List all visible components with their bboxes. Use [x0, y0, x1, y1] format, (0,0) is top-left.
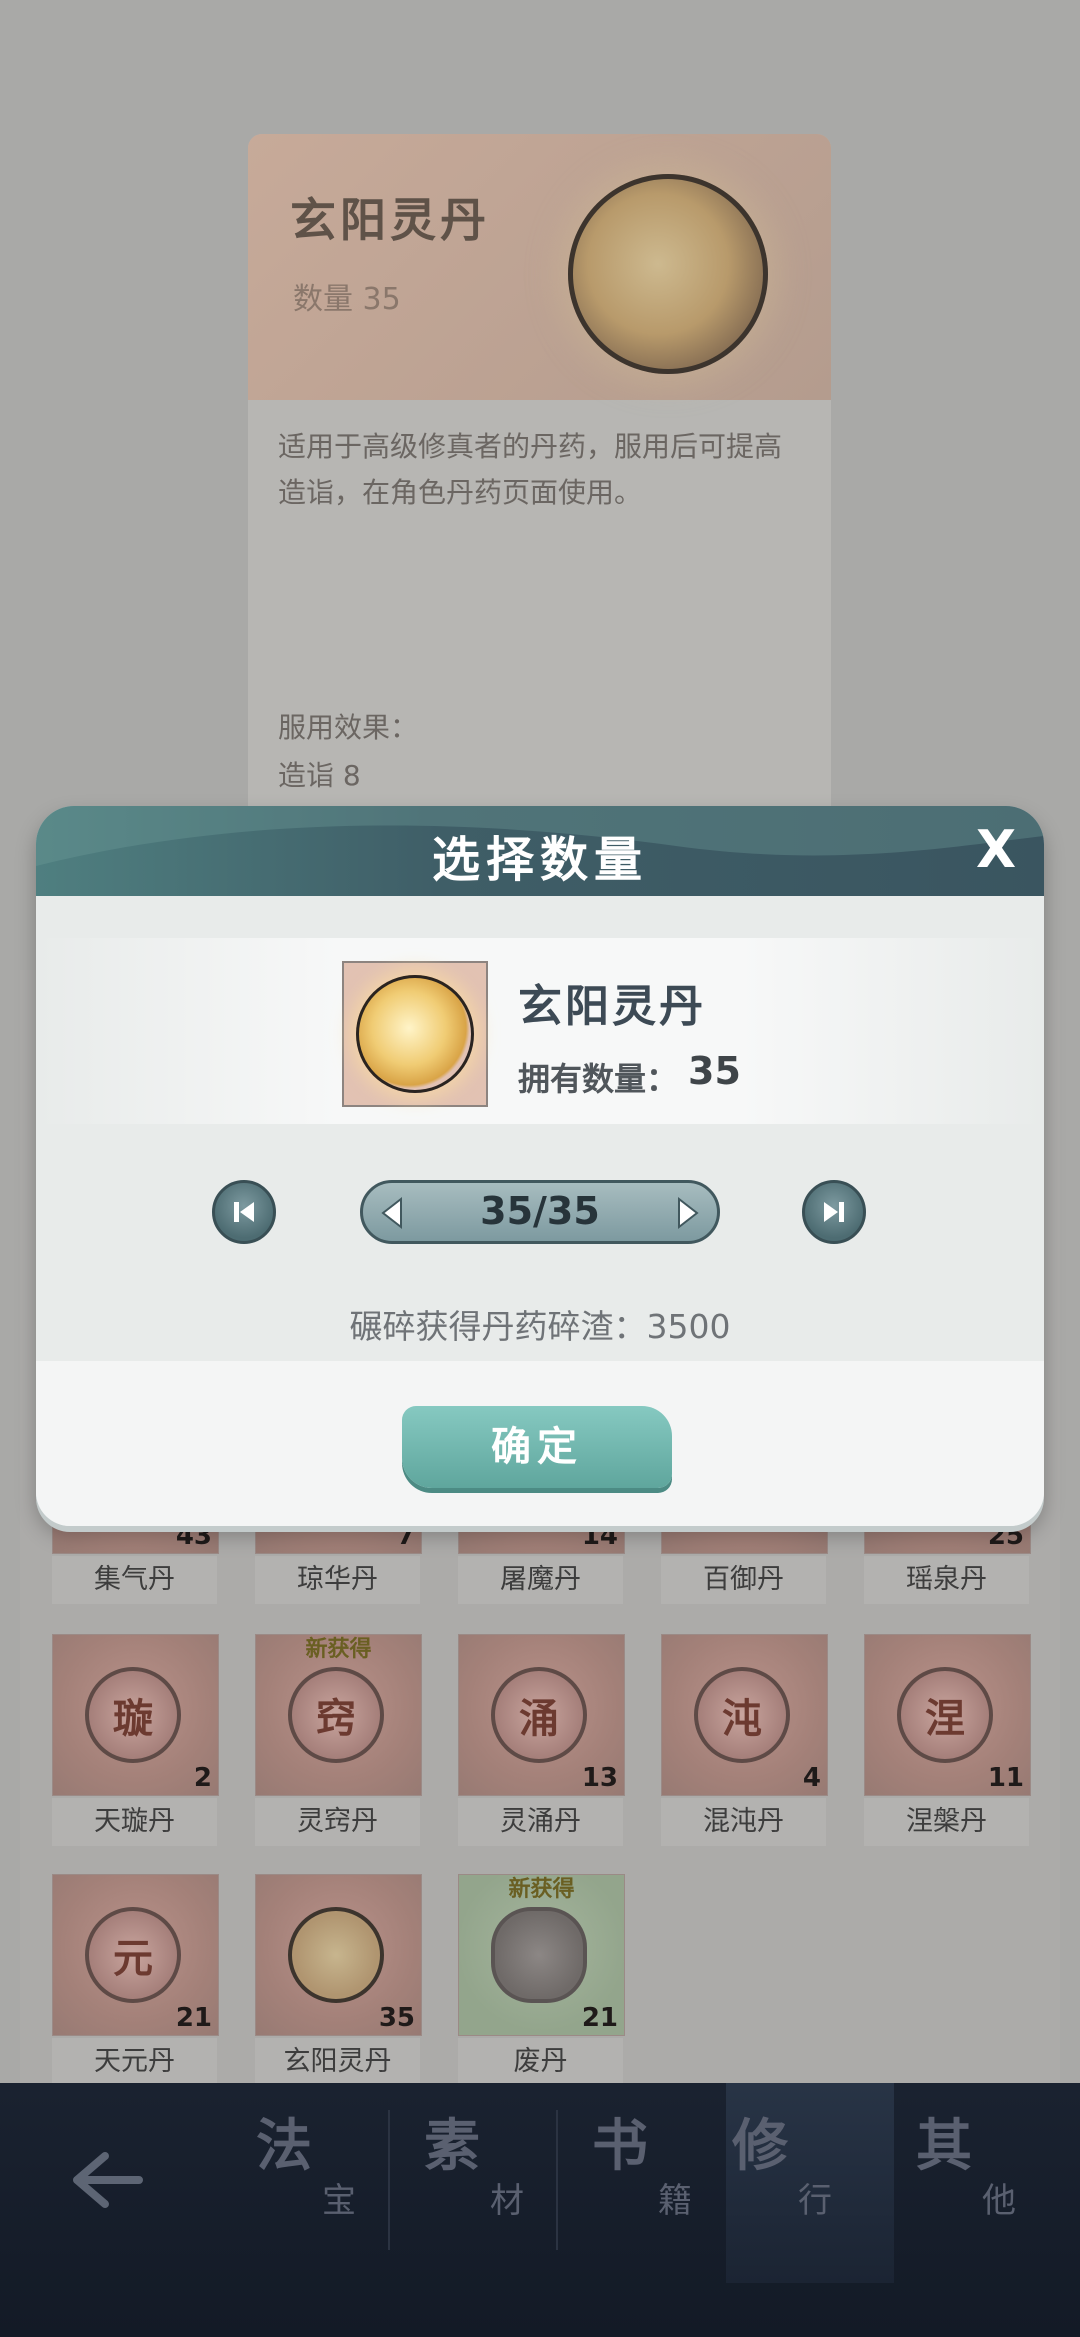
- pill-emblem-icon: 元: [85, 1907, 181, 2003]
- increment-arrow-icon[interactable]: [667, 1193, 707, 1233]
- quantity-value: 35/35: [480, 1189, 600, 1233]
- dialog-title: 选择数量: [431, 832, 648, 888]
- quantity-dialog: 选择数量 X 玄阳灵丹 拥有数量： 35 35/35 碾碎获得丹药碎渣：3500…: [36, 806, 1044, 1526]
- grid-item[interactable]: 涅 11 涅槃丹: [864, 1634, 1031, 1846]
- item-name: 琼华丹: [255, 1556, 420, 1604]
- owned-label: 拥有数量：: [518, 1060, 679, 1098]
- close-button[interactable]: X: [966, 820, 1026, 880]
- item-name: 灵涌丹: [458, 1798, 623, 1846]
- dialog-item-name: 玄阳灵丹: [518, 981, 706, 1032]
- detail-effect-label: 服用效果：: [278, 711, 419, 744]
- item-name: 集气丹: [52, 1556, 217, 1604]
- skip-last-icon: [824, 1202, 844, 1222]
- detail-item-name: 玄阳灵丹: [290, 193, 490, 247]
- item-count: 21: [175, 2003, 212, 2033]
- tab-materials[interactable]: 素 材: [418, 2083, 586, 2283]
- owned-value: 35: [688, 1049, 741, 1093]
- tab-divider: [388, 2110, 390, 2250]
- new-badge: 新获得: [305, 1636, 372, 1662]
- quantity-stepper: 35/35: [360, 1180, 720, 1244]
- min-quantity-button[interactable]: [212, 1180, 276, 1244]
- item-count: 4: [802, 1763, 821, 1793]
- pill-orb-image: [568, 174, 768, 374]
- golden-pill-icon: [288, 1907, 384, 2003]
- pill-emblem-icon: 窍: [288, 1667, 384, 1763]
- item-name: 百御丹: [661, 1556, 826, 1604]
- crush-result-text: 碾碎获得丹药碎渣：3500: [349, 1307, 731, 1346]
- tab-other[interactable]: 其 他: [910, 2083, 1078, 2283]
- grid-item[interactable]: 新获得 窍 灵窍丹: [255, 1634, 422, 1846]
- detail-effect-value: 造诣 8: [278, 759, 361, 792]
- waste-pill-icon: [491, 1907, 587, 2003]
- max-quantity-button[interactable]: [802, 1180, 866, 1244]
- item-name: 灵窍丹: [255, 1798, 420, 1846]
- item-detail-card: 玄阳灵丹 数量 35 适用于高级修真者的丹药，服用后可提高造诣，在角色丹药页面使…: [248, 134, 831, 824]
- tab-cultivation[interactable]: 修 行: [726, 2083, 894, 2283]
- grid-item[interactable]: 璇 2 天璇丹: [52, 1634, 219, 1846]
- item-name: 天元丹: [52, 2038, 217, 2086]
- item-name: 混沌丹: [661, 1798, 826, 1846]
- pill-emblem-icon: 涌: [491, 1667, 587, 1763]
- item-count: 21: [581, 2003, 618, 2033]
- golden-pill-icon: [356, 975, 474, 1093]
- grid-item[interactable]: 35 玄阳灵丹: [255, 1874, 422, 2086]
- item-count: 13: [581, 1763, 618, 1793]
- grid-item[interactable]: 元 21 天元丹: [52, 1874, 219, 2086]
- pill-emblem-icon: 璇: [85, 1667, 181, 1763]
- item-name: 涅槃丹: [864, 1798, 1029, 1846]
- tab-treasure[interactable]: 法 宝: [250, 2083, 418, 2283]
- skip-first-icon: [234, 1202, 254, 1222]
- item-count: 35: [378, 2003, 415, 2033]
- item-name: 瑶泉丹: [864, 1556, 1029, 1604]
- tab-divider: [556, 2110, 558, 2250]
- new-badge: 新获得: [508, 1876, 575, 1902]
- detail-description: 适用于高级修真者的丹药，服用后可提高造诣，在角色丹药页面使用。: [278, 430, 783, 509]
- back-button[interactable]: [50, 2130, 160, 2230]
- pill-emblem-icon: 涅: [897, 1667, 993, 1763]
- back-arrow-icon: [73, 2152, 143, 2208]
- item-count: 2: [193, 1763, 212, 1793]
- grid-item[interactable]: 新获得 21 废丹: [458, 1874, 625, 2086]
- item-name: 玄阳灵丹: [255, 2038, 420, 2086]
- item-count: 11: [987, 1763, 1024, 1793]
- item-thumbnail: [342, 961, 488, 1107]
- confirm-button[interactable]: 确定: [402, 1406, 672, 1488]
- pill-emblem-icon: 沌: [694, 1667, 790, 1763]
- item-name: 废丹: [458, 2038, 623, 2086]
- grid-item[interactable]: 沌 4 混沌丹: [661, 1634, 828, 1846]
- item-name: 屠魔丹: [458, 1556, 623, 1604]
- grid-item[interactable]: 涌 13 灵涌丹: [458, 1634, 625, 1846]
- item-name: 天璇丹: [52, 1798, 217, 1846]
- detail-item-count: 数量 35: [293, 282, 401, 317]
